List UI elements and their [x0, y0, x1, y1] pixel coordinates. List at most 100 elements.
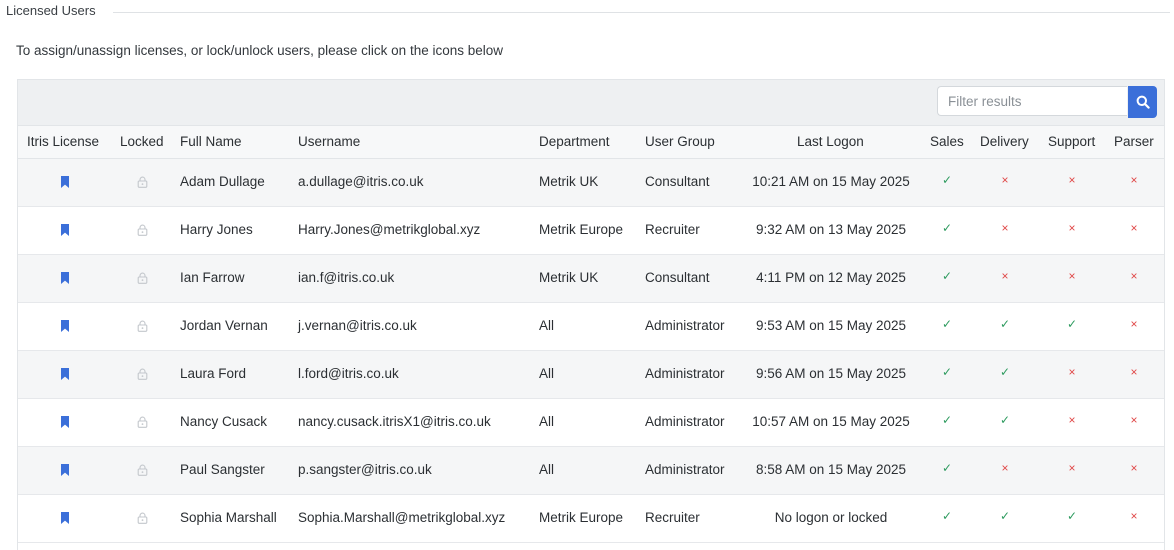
lock-icon[interactable] [137, 176, 148, 188]
full-name-cell: Ian Farrow [180, 270, 245, 285]
sales-check-icon: ✓ [941, 269, 953, 283]
section-header: Licensed Users [0, 0, 1174, 24]
delivery-check-icon: ✓ [999, 413, 1011, 427]
bookmark-icon[interactable] [60, 368, 70, 380]
column-header-delivery[interactable]: Delivery [980, 134, 1029, 149]
full-name-cell: Sophia Marshall [180, 510, 277, 525]
user-group-cell: Administrator [645, 318, 725, 333]
user-group-cell: Consultant [645, 174, 710, 189]
delivery-check-icon: ✓ [999, 317, 1011, 331]
username-cell: Sophia.Marshall@metrikglobal.xyz [298, 510, 506, 525]
support-cross-icon: × [1068, 173, 1076, 187]
parser-cross-icon: × [1130, 269, 1138, 283]
table-row: Adam Dullage a.dullage@itris.co.uk Metrik … [18, 159, 1164, 207]
department-cell: Metrik UK [539, 174, 599, 189]
parser-cross-icon: × [1130, 317, 1138, 331]
lock-icon[interactable] [137, 272, 148, 284]
table-toolbar [18, 80, 1164, 126]
support-check-icon: ✓ [1066, 317, 1078, 331]
bookmark-icon[interactable] [60, 320, 70, 332]
column-header-sales[interactable]: Sales [930, 134, 964, 149]
column-header-last-logon[interactable]: Last Logon [797, 134, 864, 149]
username-cell: l.ford@itris.co.uk [298, 366, 399, 381]
department-cell: All [539, 318, 555, 333]
department-cell: All [539, 462, 555, 477]
support-cross-icon: × [1068, 221, 1076, 235]
sales-check-icon: ✓ [941, 173, 953, 187]
support-cross-icon: × [1068, 365, 1076, 379]
sales-check-icon: ✓ [941, 221, 953, 235]
parser-cross-icon: × [1130, 461, 1138, 475]
sales-check-icon: ✓ [941, 413, 953, 427]
column-header-user-group[interactable]: User Group [645, 134, 715, 149]
sales-check-icon: ✓ [941, 509, 953, 523]
user-group-cell: Administrator [645, 414, 725, 429]
search-icon [1136, 95, 1150, 109]
department-cell: Metrik UK [539, 270, 599, 285]
support-cross-icon: × [1068, 413, 1076, 427]
column-header-username[interactable]: Username [298, 134, 360, 149]
username-cell: p.sangster@itris.co.uk [298, 462, 432, 477]
department-cell: All [539, 414, 555, 429]
full-name-cell: Adam Dullage [180, 174, 265, 189]
parser-cross-icon: × [1130, 365, 1138, 379]
instructions-text: To assign/unassign licenses, or lock/unl… [16, 43, 504, 58]
user-group-cell: Recruiter [645, 222, 700, 237]
filter-results-input[interactable] [937, 86, 1127, 116]
bookmark-icon[interactable] [60, 464, 70, 476]
table-row: Jordan Vernan j.vernan@itris.co.uk All Admi… [18, 303, 1164, 351]
parser-cross-icon: × [1130, 413, 1138, 427]
delivery-check-icon: ✓ [999, 365, 1011, 379]
last-logon-cell: 4:11 PM on 12 May 2025 [756, 270, 906, 285]
lock-icon[interactable] [137, 464, 148, 476]
delivery-cross-icon: × [1001, 173, 1009, 187]
delivery-cross-icon: × [1001, 269, 1009, 283]
sales-check-icon: ✓ [941, 317, 953, 331]
lock-icon[interactable] [137, 320, 148, 332]
full-name-cell: Paul Sangster [180, 462, 265, 477]
lock-icon[interactable] [137, 512, 148, 524]
support-cross-icon: × [1068, 461, 1076, 475]
table-row: Paul Sangster p.sangster@itris.co.uk All Ad… [18, 447, 1164, 495]
bookmark-icon[interactable] [60, 224, 70, 236]
search-button[interactable] [1128, 86, 1157, 118]
column-header-support[interactable]: Support [1048, 134, 1095, 149]
department-cell: Metrik Europe [539, 222, 624, 237]
parser-cross-icon: × [1130, 221, 1138, 235]
last-logon-cell: 8:58 AM on 15 May 2025 [755, 462, 907, 477]
column-header-full-name[interactable]: Full Name [180, 134, 242, 149]
full-name-cell: Nancy Cusack [180, 414, 268, 429]
table-header-row: Itris License Locked Full Name Username … [18, 126, 1164, 159]
department-cell: All [539, 366, 555, 381]
full-name-cell: Laura Ford [180, 366, 247, 381]
username-cell: nancy.cusack.itrisX1@itris.co.uk [298, 414, 491, 429]
last-logon-cell: 9:53 AM on 15 May 2025 [755, 318, 907, 333]
bookmark-icon[interactable] [60, 416, 70, 428]
delivery-cross-icon: × [1001, 461, 1009, 475]
username-cell: ian.f@itris.co.uk [298, 270, 395, 285]
table-row: Ian Farrow ian.f@itris.co.uk Metrik UK Cons… [18, 255, 1164, 303]
column-header-locked[interactable]: Locked [120, 134, 164, 149]
lock-icon[interactable] [137, 368, 148, 380]
column-header-parser[interactable]: Parser [1114, 134, 1154, 149]
licensed-users-table: Itris License Locked Full Name Username … [17, 79, 1165, 550]
parser-cross-icon: × [1130, 509, 1138, 523]
full-name-cell: Harry Jones [180, 222, 253, 237]
username-cell: j.vernan@itris.co.uk [298, 318, 417, 333]
sales-check-icon: ✓ [941, 461, 953, 475]
lock-icon[interactable] [137, 416, 148, 428]
column-header-itris-license[interactable]: Itris License [27, 134, 99, 149]
lock-icon[interactable] [137, 224, 148, 236]
username-cell: Harry.Jones@metrikglobal.xyz [298, 222, 481, 237]
support-check-icon: ✓ [1066, 509, 1078, 523]
bookmark-icon[interactable] [60, 176, 70, 188]
bookmark-icon[interactable] [60, 272, 70, 284]
bookmark-icon[interactable] [60, 512, 70, 524]
last-logon-cell: 10:57 AM on 15 May 2025 [752, 414, 910, 429]
column-header-department[interactable]: Department [539, 134, 610, 149]
table-row: Sophia Marshall Sophia.Marshall@metrikglo… [18, 495, 1164, 543]
section-divider [113, 12, 1170, 13]
table-row: Harry Jones Harry.Jones@metrikglobal.xyz M… [18, 207, 1164, 255]
section-title: Licensed Users [6, 3, 96, 18]
sales-check-icon: ✓ [941, 365, 953, 379]
